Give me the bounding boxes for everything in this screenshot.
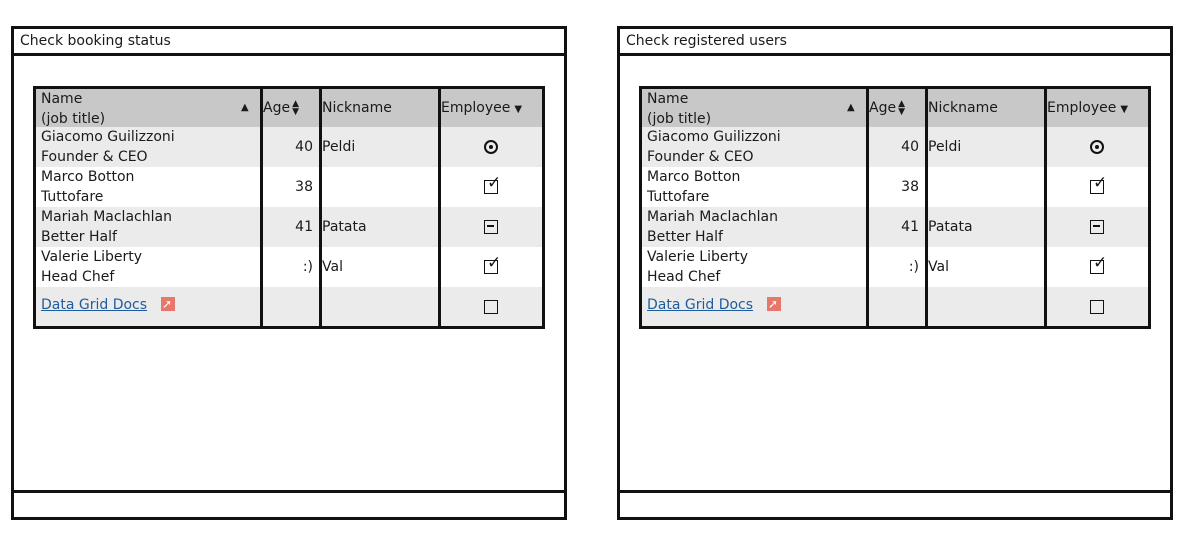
row-name: Mariah Maclachlan (647, 209, 778, 225)
employee-checkbox[interactable] (484, 173, 501, 194)
column-header-age[interactable]: Age ▲ ▼ (263, 98, 299, 118)
employee-checkbox-indeterminate[interactable] (484, 220, 498, 234)
table-row[interactable]: Mariah Maclachlan Better Half 41 Patata (642, 207, 1148, 247)
dropdown-arrow-icon[interactable]: ▼ (514, 104, 522, 115)
column-header-nickname[interactable]: Nickname (928, 98, 1040, 118)
row-age: :) (302, 259, 313, 275)
table-row[interactable]: Giacomo Guilizzoni Founder & CEO 40 Peldi (36, 127, 542, 167)
row-title: Better Half (41, 229, 117, 245)
employee-checkbox-empty[interactable] (1090, 300, 1104, 314)
employee-checkbox-empty[interactable] (484, 300, 498, 314)
sort-both-icon[interactable]: ▲ ▼ (292, 100, 299, 117)
column-header-nickname[interactable]: Nickname (322, 98, 434, 118)
sort-both-icon[interactable]: ▲ ▼ (898, 100, 905, 117)
row-title: Founder & CEO (647, 149, 754, 165)
column-header-age[interactable]: Age ▲ ▼ (869, 98, 905, 118)
column-header-name[interactable]: Name (job title) (647, 89, 852, 129)
grid-header: Name (job title) ▲ Age ▲ ▼ Nickname Employ… (642, 89, 1148, 127)
row-age: 41 (901, 219, 919, 235)
table-row: Data Grid Docs (36, 287, 542, 326)
data-grid: Name (job title) ▲ Age ▲ ▼ Nickname Employ… (33, 86, 545, 329)
row-nickname: Val (928, 259, 949, 275)
row-name: Giacomo Guilizzoni (647, 129, 781, 145)
employee-checkbox[interactable] (1090, 253, 1107, 274)
table-row[interactable]: Marco Botton Tuttofare 38 (36, 167, 542, 207)
column-header-name[interactable]: Name (job title) (41, 89, 246, 129)
row-name: Marco Botton (41, 169, 135, 185)
row-nickname: Patata (928, 219, 973, 235)
table-row[interactable]: Valerie Liberty Head Chef :) Val (642, 247, 1148, 287)
row-age: 38 (901, 179, 919, 195)
panel-footer (620, 490, 1170, 517)
row-name: Valerie Liberty (647, 249, 749, 265)
row-age: 40 (901, 139, 919, 155)
row-name: Valerie Liberty (41, 249, 143, 265)
data-grid-docs-link[interactable]: Data Grid Docs (41, 297, 147, 313)
row-title: Tuttofare (41, 189, 104, 205)
data-grid-docs-link[interactable]: Data Grid Docs (647, 297, 753, 313)
row-title: Tuttofare (647, 189, 710, 205)
registered-users-panel: Check registered users Name (job title) … (617, 26, 1173, 520)
row-age: 40 (295, 139, 313, 155)
row-title: Better Half (647, 229, 723, 245)
column-divider (925, 89, 928, 326)
employee-radio[interactable] (1090, 140, 1104, 154)
panel-footer (14, 490, 564, 517)
table-row[interactable]: Valerie Liberty Head Chef :) Val (36, 247, 542, 287)
column-header-employee[interactable]: Employee ▼ (1047, 98, 1128, 120)
row-age: 41 (295, 219, 313, 235)
sort-ascending-icon[interactable]: ▲ (241, 102, 249, 113)
row-title: Head Chef (41, 269, 115, 285)
dropdown-arrow-icon[interactable]: ▼ (1120, 104, 1128, 115)
row-nickname: Peldi (928, 139, 962, 155)
column-divider (260, 89, 263, 326)
grid-header: Name (job title) ▲ Age ▲ ▼ Nickname Employ… (36, 89, 542, 127)
sort-ascending-icon[interactable]: ▲ (847, 102, 855, 113)
row-age: 38 (295, 179, 313, 195)
data-grid: Name (job title) ▲ Age ▲ ▼ Nickname Employ… (639, 86, 1151, 329)
row-age: :) (908, 259, 919, 275)
table-row: Data Grid Docs (642, 287, 1148, 326)
employee-checkbox[interactable] (484, 253, 501, 274)
column-divider (1044, 89, 1047, 326)
row-title: Head Chef (647, 269, 721, 285)
column-header-employee[interactable]: Employee ▼ (441, 98, 522, 120)
table-row[interactable]: Marco Botton Tuttofare 38 (642, 167, 1148, 207)
row-name: Mariah Maclachlan (41, 209, 172, 225)
column-divider (319, 89, 322, 326)
employee-radio[interactable] (484, 140, 498, 154)
external-link-icon[interactable] (767, 294, 782, 314)
column-divider (438, 89, 441, 326)
row-nickname: Patata (322, 219, 367, 235)
booking-status-panel: Check booking status Name (job title) ▲ … (11, 26, 567, 520)
external-link-icon[interactable] (161, 294, 176, 314)
row-nickname: Peldi (322, 139, 356, 155)
column-divider (866, 89, 869, 326)
row-name: Giacomo Guilizzoni (41, 129, 175, 145)
panel-title: Check registered users (620, 29, 1170, 56)
panel-title: Check booking status (14, 29, 564, 56)
row-nickname: Val (322, 259, 343, 275)
employee-checkbox-indeterminate[interactable] (1090, 220, 1104, 234)
row-name: Marco Botton (647, 169, 741, 185)
table-row[interactable]: Giacomo Guilizzoni Founder & CEO 40 Peldi (642, 127, 1148, 167)
row-title: Founder & CEO (41, 149, 148, 165)
table-row[interactable]: Mariah Maclachlan Better Half 41 Patata (36, 207, 542, 247)
employee-checkbox[interactable] (1090, 173, 1107, 194)
